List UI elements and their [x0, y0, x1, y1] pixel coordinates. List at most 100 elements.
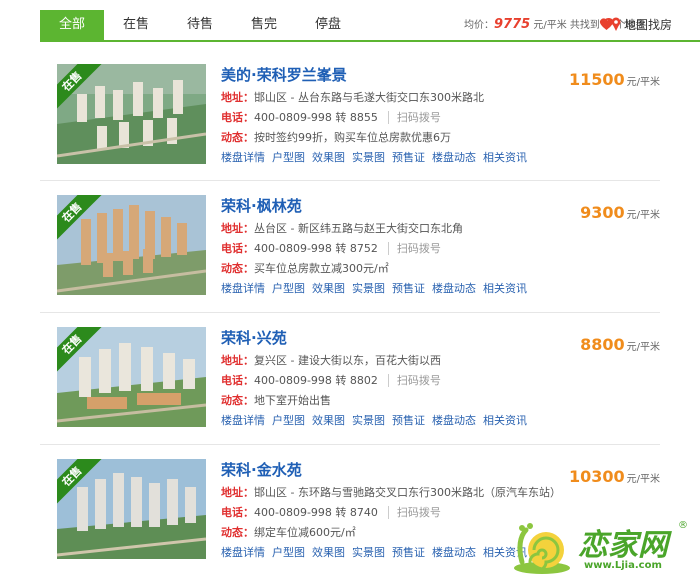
link-presale-permit[interactable]: 预售证 [392, 414, 425, 427]
link-renderings[interactable]: 效果图 [312, 414, 345, 427]
listing-price: 8800 元/平米 [540, 335, 660, 354]
watermark-url: www.Ljia.com [584, 560, 662, 571]
news-row: 动态：地下室开始出售 [221, 392, 331, 410]
listing-links: 楼盘详情 户型图 效果图 实景图 预售证 楼盘动态 相关资讯 [221, 412, 534, 430]
link-floor-plans[interactable]: 户型图 [272, 414, 305, 427]
price-unit: 元/平米 [626, 342, 660, 353]
listing-image[interactable]: 在售 [57, 459, 206, 559]
phone-label: 电话： [221, 506, 254, 519]
scan-dial-link[interactable]: 扫码拨号 [387, 242, 441, 255]
link-details[interactable]: 楼盘详情 [221, 151, 265, 164]
link-presale-permit[interactable]: 预售证 [392, 282, 425, 295]
map-pin-icon [599, 17, 621, 31]
link-photos[interactable]: 实景图 [352, 151, 385, 164]
tab-on-sale[interactable]: 在售 [104, 10, 168, 40]
link-details[interactable]: 楼盘详情 [221, 282, 265, 295]
listing-image[interactable]: 在售 [57, 327, 206, 427]
address-label: 地址： [221, 486, 254, 499]
map-search-label: 地图找房 [624, 18, 673, 32]
news-label: 动态： [221, 131, 254, 144]
news-value: 买车位总房款立减300元/㎡ [254, 262, 389, 275]
phone-value: 400-0809-998 转 8752 [254, 242, 378, 255]
address-label: 地址： [221, 222, 254, 235]
watermark-logo: 恋家网 ® www.Ljia.com [512, 518, 700, 578]
phone-value: 400-0809-998 转 8740 [254, 506, 378, 519]
tab-upcoming[interactable]: 待售 [168, 10, 232, 40]
news-label: 动态： [221, 526, 254, 539]
link-photos[interactable]: 实景图 [352, 282, 385, 295]
avg-price-unit: 元/平米 共找到 [533, 20, 600, 31]
phone-value: 400-0809-998 转 8855 [254, 111, 378, 124]
news-value: 按时签约99折，购买车位总房款优惠6万 [254, 131, 451, 144]
phone-row: 电话：400-0809-998 转 8855 扫码拨号 [221, 109, 441, 127]
address-row: 地址：丛台区 - 新区纬五路与赵王大街交口东北角 [221, 220, 463, 238]
link-news[interactable]: 楼盘动态 [432, 151, 476, 164]
news-label: 动态： [221, 262, 254, 275]
phone-value: 400-0809-998 转 8802 [254, 374, 378, 387]
link-related[interactable]: 相关资讯 [483, 414, 527, 427]
listing-title[interactable]: 美的·荣科罗兰峯景 [221, 64, 347, 85]
news-row: 动态：绑定车位减600元/㎡ [221, 524, 356, 542]
listing-item: 在售 荣科·兴苑 8800 元/平米 地址：复兴区 - 建设大街以东，百花大街以西… [40, 312, 660, 443]
address-row: 地址：复兴区 - 建设大街以东，百花大街以西 [221, 352, 441, 370]
link-presale-permit[interactable]: 预售证 [392, 546, 425, 559]
link-photos[interactable]: 实景图 [352, 414, 385, 427]
address-value: 丛台区 - 新区纬五路与赵王大街交口东北角 [254, 222, 463, 235]
link-renderings[interactable]: 效果图 [312, 546, 345, 559]
link-floor-plans[interactable]: 户型图 [272, 546, 305, 559]
listing-title[interactable]: 荣科·兴苑 [221, 327, 287, 348]
link-details[interactable]: 楼盘详情 [221, 546, 265, 559]
avg-price-label: 均价： [464, 20, 494, 31]
price-value: 11500 [568, 70, 625, 89]
phone-label: 电话： [221, 374, 254, 387]
listing-title[interactable]: 荣科·金水苑 [221, 459, 302, 480]
link-floor-plans[interactable]: 户型图 [272, 282, 305, 295]
watermark-brand: 恋家网 [578, 528, 668, 563]
news-row: 动态：按时签约99折，购买车位总房款优惠6万 [221, 129, 451, 147]
listing-links: 楼盘详情 户型图 效果图 实景图 预售证 楼盘动态 相关资讯 [221, 149, 534, 167]
phone-label: 电话： [221, 111, 254, 124]
tab-all[interactable]: 全部 [40, 10, 104, 40]
listing-image[interactable]: 在售 [57, 195, 206, 295]
address-label: 地址： [221, 91, 254, 104]
link-photos[interactable]: 实景图 [352, 546, 385, 559]
address-row: 地址：邯山区 - 东环路与雪驰路交叉口东行300米路北（原汽车东站） [221, 484, 561, 502]
scan-dial-link[interactable]: 扫码拨号 [387, 374, 441, 387]
scan-dial-link[interactable]: 扫码拨号 [387, 111, 441, 124]
status-tab-bar: 全部 在售 待售 售完 停盘 均价：9775 元/平米 共找到 8 个楼盘 地图… [40, 10, 700, 42]
price-value: 8800 [580, 335, 625, 354]
price-unit: 元/平米 [626, 210, 660, 221]
price-value: 10300 [568, 467, 625, 486]
link-renderings[interactable]: 效果图 [312, 151, 345, 164]
price-value: 9300 [580, 203, 625, 222]
avg-price-value: 9775 [494, 17, 531, 32]
address-value: 邯山区 - 丛台东路与毛遂大街交口东300米路北 [254, 91, 484, 104]
address-label: 地址： [221, 354, 254, 367]
link-presale-permit[interactable]: 预售证 [392, 151, 425, 164]
listing-title[interactable]: 荣科·枫林苑 [221, 195, 302, 216]
link-news[interactable]: 楼盘动态 [432, 282, 476, 295]
scan-dial-link[interactable]: 扫码拨号 [387, 506, 441, 519]
tab-sold-out[interactable]: 售完 [232, 10, 296, 40]
phone-row: 电话：400-0809-998 转 8740 扫码拨号 [221, 504, 441, 522]
listing-links: 楼盘详情 户型图 效果图 实景图 预售证 楼盘动态 相关资讯 [221, 544, 534, 562]
news-value: 地下室开始出售 [254, 394, 331, 407]
phone-row: 电话：400-0809-998 转 8802 扫码拨号 [221, 372, 441, 390]
address-value: 邯山区 - 东环路与雪驰路交叉口东行300米路北（原汽车东站） [254, 486, 561, 499]
listing-price: 9300 元/平米 [540, 203, 660, 222]
link-news[interactable]: 楼盘动态 [432, 414, 476, 427]
price-unit: 元/平米 [626, 77, 660, 88]
link-renderings[interactable]: 效果图 [312, 282, 345, 295]
link-floor-plans[interactable]: 户型图 [272, 151, 305, 164]
link-details[interactable]: 楼盘详情 [221, 414, 265, 427]
listing-image[interactable]: 在售 [57, 64, 206, 164]
link-news[interactable]: 楼盘动态 [432, 546, 476, 559]
news-value: 绑定车位减600元/㎡ [254, 526, 356, 539]
listing-item: 在售 美的·荣科罗兰峯景 11500 元/平米 地址：邯山区 - 丛台东路与毛遂大… [40, 50, 660, 180]
link-related[interactable]: 相关资讯 [483, 282, 527, 295]
phone-row: 电话：400-0809-998 转 8752 扫码拨号 [221, 240, 441, 258]
tab-suspended[interactable]: 停盘 [296, 10, 360, 40]
news-row: 动态：买车位总房款立减300元/㎡ [221, 260, 389, 278]
snail-logo-icon [514, 523, 570, 574]
link-related[interactable]: 相关资讯 [483, 151, 527, 164]
